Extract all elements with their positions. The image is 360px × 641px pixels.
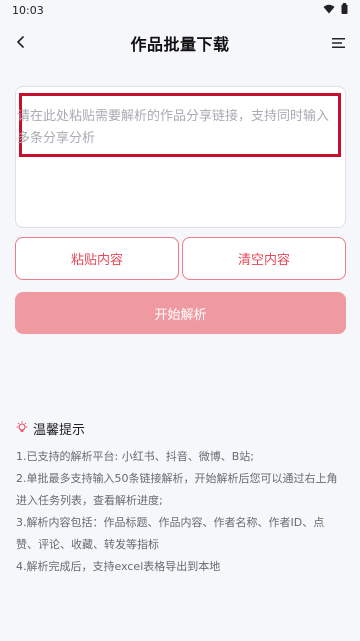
tips-header: 温馨提示 (16, 419, 85, 438)
list-menu-icon (332, 34, 346, 53)
link-input-placeholder: 请在此处粘贴需要解析的作品分享链接，支持同时输入多条分享分析 (17, 109, 330, 146)
app-bar: 作品批量下载 (0, 20, 360, 66)
chevron-left-icon (16, 34, 26, 53)
start-parse-button[interactable]: 开始解析 (15, 292, 346, 334)
status-time: 10:03 (12, 3, 44, 17)
wifi-icon (323, 4, 335, 17)
battery-icon (341, 3, 348, 17)
tip-item: 4.解析完成后，支持excel表格导出到本地 (16, 560, 221, 573)
tip-item: 2.单批最多支持输入50条链接解析，开始解析后您可以通过右上角进入任务列表，查看… (16, 472, 338, 507)
paste-button[interactable]: 粘贴内容 (15, 237, 179, 280)
page-title: 作品批量下载 (130, 35, 230, 54)
status-icons (323, 3, 348, 17)
clear-button[interactable]: 清空内容 (182, 237, 346, 280)
status-bar: 10:03 (0, 0, 360, 20)
tip-item: 3.解析内容包括：作品标题、作品内容、作者名称、作者ID、点赞、评论、收藏、转发… (16, 516, 325, 551)
lightbulb-icon (16, 419, 28, 438)
tip-item: 1.已支持的解析平台: 小红书、抖音、微博、B站; (16, 450, 254, 463)
tips-list: 1.已支持的解析平台: 小红书、抖音、微博、B站; 2.单批最多支持输入50条链… (16, 446, 346, 578)
tips-title: 温馨提示 (33, 423, 86, 438)
back-button[interactable] (6, 28, 36, 58)
task-list-button[interactable] (324, 28, 354, 58)
